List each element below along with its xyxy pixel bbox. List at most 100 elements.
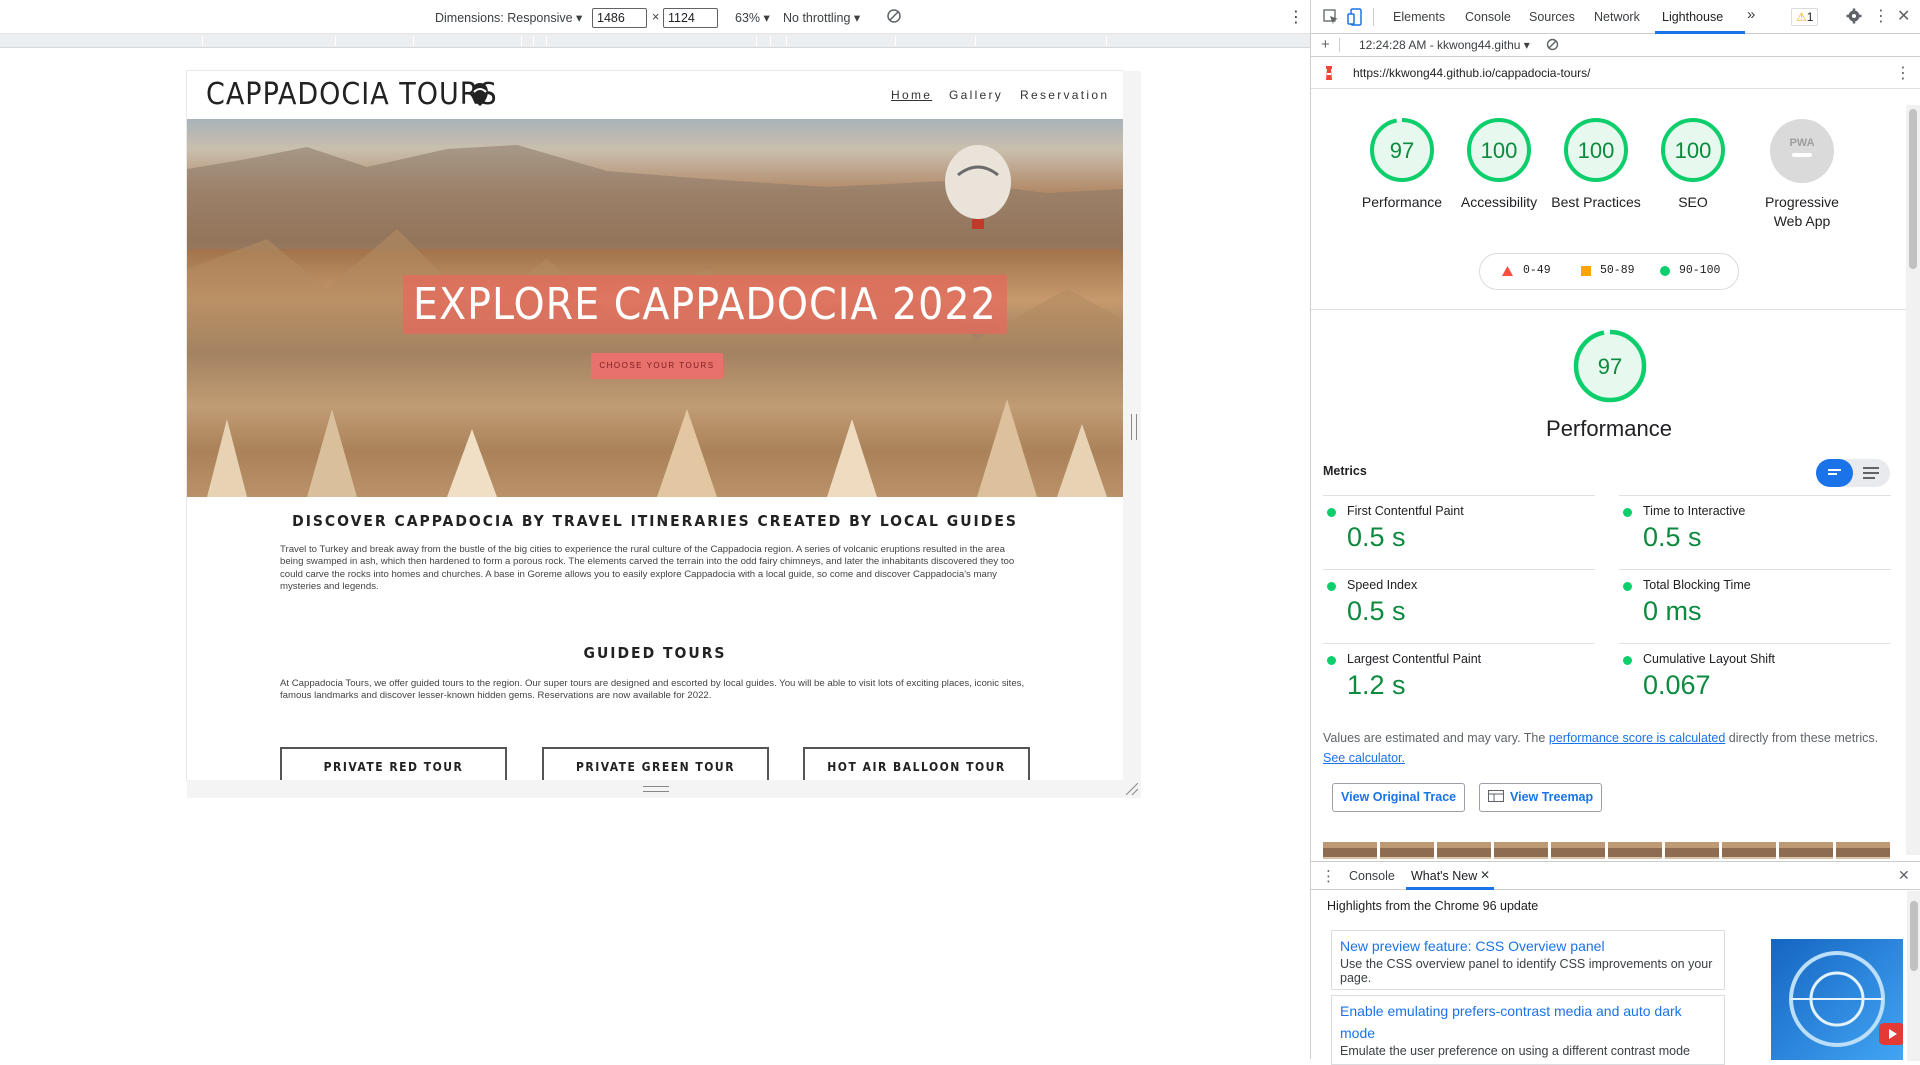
nav-reservation[interactable]: Reservation	[1020, 88, 1109, 102]
right-resize-handle[interactable]	[1131, 414, 1137, 440]
metric-tti: Time to Interactive 0.5 s	[1619, 495, 1891, 569]
choose-tours-button[interactable]: CHOOSE YOUR TOURS	[591, 353, 723, 379]
card-title-link[interactable]: Enable emulating prefers-contrast media …	[1340, 1000, 1716, 1044]
caret-down-icon: ▾	[763, 11, 770, 25]
gauge-seo[interactable]: 100	[1660, 117, 1726, 186]
lighthouse-logo-icon	[1323, 65, 1335, 84]
nav-home[interactable]: Home	[891, 88, 932, 102]
zoom-label: 63%	[735, 11, 761, 25]
card-title-link[interactable]: New preview feature: CSS Overview panel	[1340, 935, 1716, 957]
clear-reports-icon[interactable]	[1546, 38, 1559, 54]
more-options-icon[interactable]: ⋮	[1288, 7, 1304, 27]
height-input[interactable]	[663, 8, 718, 28]
whats-new-card[interactable]: Enable emulating prefers-contrast media …	[1331, 995, 1725, 1065]
throttling-label: No throttling	[783, 11, 851, 25]
devtools-panel: Elements Console Sources Network Lightho…	[1310, 0, 1920, 1065]
times-sign: ×	[652, 10, 660, 24]
corner-resize-handle[interactable]	[1125, 782, 1139, 796]
metric-label: Largest Contentful Paint	[1347, 652, 1482, 666]
site-navbar: CAPPADOCIA TOURS Home Gallery Reservatio…	[187, 71, 1123, 119]
discover-section-text: Travel to Turkey and break away from the…	[280, 544, 1015, 592]
dimensions-dropdown[interactable]: Dimensions: Responsive ▾	[435, 10, 582, 25]
tab-network[interactable]: Network	[1594, 10, 1640, 24]
gauge-seo-label: SEO	[1678, 194, 1708, 210]
metric-label: First Contentful Paint	[1347, 504, 1464, 518]
card-description: Emulate the user preference on using a d…	[1340, 1044, 1690, 1058]
legend-average-range: 50-89	[1600, 264, 1635, 277]
drawer-tab-whats-new[interactable]: What's New	[1411, 869, 1477, 883]
legend-pass-range: 90-100	[1679, 264, 1721, 277]
metric-speed-index: Speed Index 0.5 s	[1323, 569, 1595, 643]
drawer-scrollbar[interactable]	[1907, 891, 1920, 1061]
device-toggle-icon[interactable]	[1347, 8, 1365, 29]
tab-lighthouse[interactable]: Lighthouse	[1662, 10, 1723, 24]
expanded-view-icon[interactable]	[1853, 459, 1890, 490]
gauge-performance[interactable]: 97	[1369, 117, 1435, 186]
balloon-logo-icon	[465, 80, 495, 113]
pass-dot-icon	[1327, 582, 1336, 591]
view-treemap-button[interactable]: View Treemap	[1479, 783, 1603, 812]
private-red-tour-button[interactable]: PRIVATE RED TOUR	[280, 747, 507, 780]
warning-count: 1	[1806, 10, 1814, 24]
tab-elements[interactable]: Elements	[1393, 10, 1445, 24]
view-original-trace-button[interactable]: View Original Trace	[1332, 783, 1466, 812]
view-treemap-label: View Treemap	[1510, 790, 1594, 804]
metric-value: 0.5 s	[1347, 596, 1406, 626]
score-calculated-link[interactable]: performance score is calculated	[1549, 731, 1725, 745]
more-tabs-chevron-icon[interactable]: »	[1747, 6, 1755, 23]
performance-main-gauge: 97	[1573, 329, 1647, 406]
gauge-accessibility[interactable]: 100	[1466, 117, 1532, 186]
nav-gallery[interactable]: Gallery	[949, 88, 1003, 102]
report-selector[interactable]: 12:24:28 AM - kkwong44.githu ▾	[1359, 38, 1530, 52]
note-text: Values are estimated and may vary. The	[1323, 731, 1549, 745]
new-report-plus-icon[interactable]: +	[1321, 36, 1330, 53]
tab-console[interactable]: Console	[1465, 10, 1511, 24]
divider	[1339, 38, 1340, 52]
report-scrollbar[interactable]	[1906, 105, 1920, 855]
metric-value: 0.067	[1643, 670, 1711, 700]
hot-air-balloon-tour-button[interactable]: HOT AIR BALLOON TOUR	[803, 747, 1030, 780]
drawer-tab-console[interactable]: Console	[1349, 869, 1395, 883]
pass-dot-icon	[1623, 508, 1632, 517]
legend-fail-range: 0-49	[1523, 264, 1551, 277]
see-calculator-link[interactable]: See calculator.	[1323, 751, 1405, 765]
gauge-accessibility-label: Accessibility	[1460, 194, 1538, 210]
divider	[1311, 309, 1907, 310]
compact-view-icon[interactable]	[1816, 459, 1853, 487]
close-tab-icon[interactable]: ✕	[1480, 868, 1490, 882]
close-devtools-icon[interactable]: ✕	[1897, 6, 1910, 26]
device-emulation-area: Dimensions: Responsive ▾ × 63% ▾ No thro…	[0, 0, 1310, 1059]
metric-label: Total Blocking Time	[1643, 578, 1751, 592]
tab-sources[interactable]: Sources	[1529, 10, 1575, 24]
warnings-badge[interactable]: ⚠1	[1791, 8, 1819, 26]
close-drawer-icon[interactable]: ✕	[1898, 867, 1910, 884]
customize-devtools-icon[interactable]: ⋮	[1873, 6, 1889, 26]
settings-gear-icon[interactable]	[1846, 8, 1862, 27]
play-button-icon[interactable]	[1879, 1023, 1903, 1045]
warning-icon: ⚠	[1796, 10, 1807, 24]
inspect-element-icon[interactable]	[1323, 9, 1339, 28]
metrics-view-toggle[interactable]	[1816, 459, 1890, 487]
pass-circle-icon	[1660, 266, 1670, 276]
site-logo[interactable]: CAPPADOCIA TOURS	[206, 77, 498, 112]
private-green-tour-button[interactable]: PRIVATE GREEN TOUR	[542, 747, 769, 780]
bottom-resize-handle[interactable]	[643, 786, 669, 792]
rotate-icon[interactable]	[886, 8, 902, 27]
treemap-icon	[1488, 790, 1510, 804]
gauge-best-practices[interactable]: 100	[1563, 117, 1629, 186]
audited-url[interactable]: https://kkwong44.github.io/cappadocia-to…	[1353, 66, 1590, 80]
drawer-menu-icon[interactable]: ⋮	[1321, 867, 1336, 885]
report-menu-icon[interactable]: ⋮	[1895, 63, 1911, 83]
gauge-best-practices-label: Best Practices	[1551, 194, 1641, 210]
whats-new-card[interactable]: New preview feature: CSS Overview panel …	[1331, 930, 1725, 990]
throttling-dropdown[interactable]: No throttling ▾	[783, 10, 860, 25]
gauge-seo-score: 100	[1675, 138, 1712, 163]
width-input[interactable]	[592, 8, 647, 28]
media-query-bar[interactable]	[0, 34, 1310, 48]
whats-new-video-thumbnail[interactable]	[1771, 939, 1903, 1060]
audited-url-bar: https://kkwong44.github.io/cappadocia-to…	[1311, 57, 1920, 89]
lighthouse-report: 97 Performance 100 Accessibility 100 Bes…	[1311, 89, 1907, 859]
pass-dot-icon	[1327, 508, 1336, 517]
zoom-dropdown[interactable]: 63% ▾	[735, 10, 770, 25]
gauge-pwa[interactable]: PWA	[1770, 119, 1834, 186]
